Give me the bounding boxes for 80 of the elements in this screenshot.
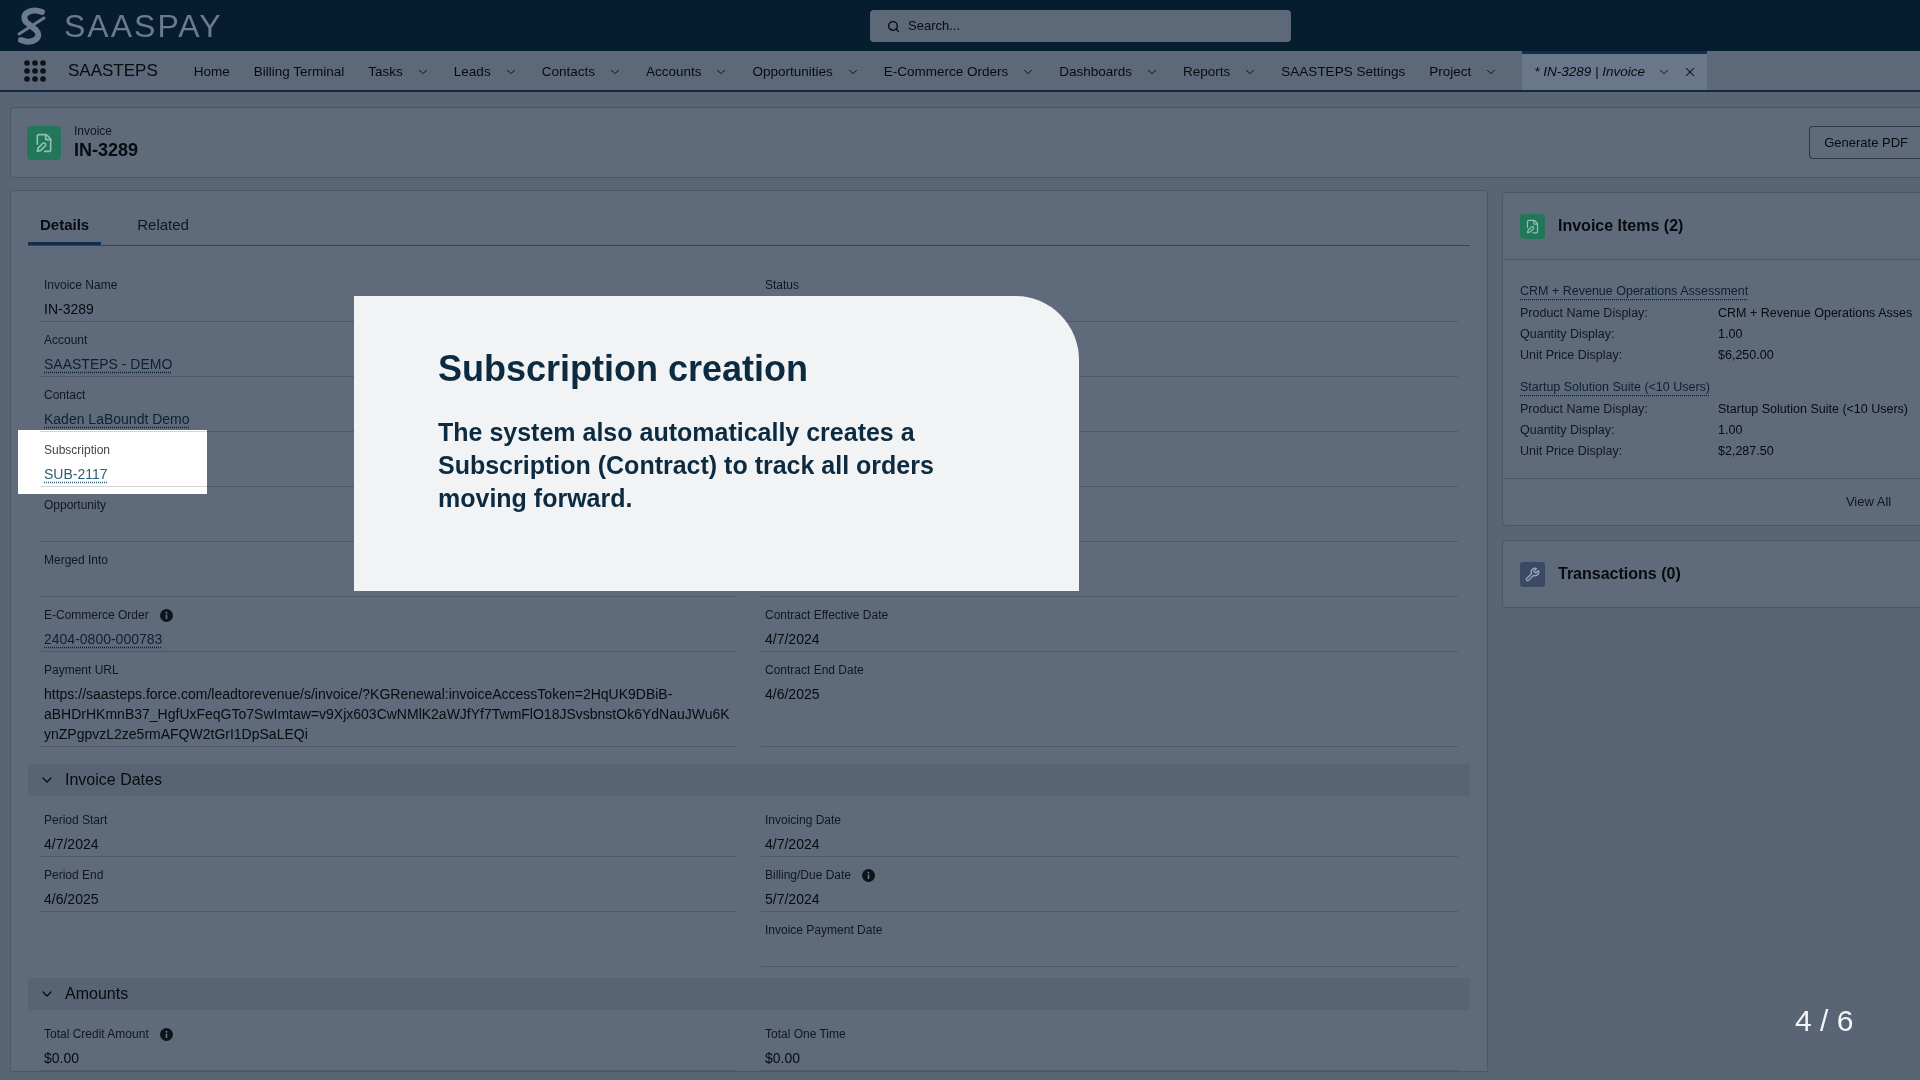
nav-item[interactable]: Reports: [1183, 51, 1258, 90]
field-label: Contract End Date: [765, 662, 864, 678]
field-value: https://saasteps.force.com/leadtorevenue/s/invoice/?KGRenewal:invoiceAccessToken=2HqUK9DBiB-aBHDrHKmnB37_HgfUxFeqGTo7SwImtaw=v9Xjx603CwNMlK2aWJfYf7TwmFlO18JSvsbnstOk6YdNauJWu6KynZPgpvzL2ze5rmAFQW2tGrI1DpSaLEQi: [44, 686, 730, 742]
item-field-label: Quantity Display:: [1520, 326, 1616, 343]
document-icon: [1520, 213, 1545, 239]
field-label: Subscription: [44, 442, 111, 458]
item-link[interactable]: CRM + Revenue Operations Assessment: [1520, 284, 1749, 298]
nav-item[interactable]: SAASTEPS Settings: [1281, 51, 1406, 90]
item-field-value: 1.00: [1718, 422, 1743, 439]
item-field-value: $6,250.00: [1718, 347, 1774, 364]
item-field-value: CRM + Revenue Operations Asses: [1718, 305, 1913, 322]
nav-item[interactable]: E-Commerce Orders: [883, 51, 1036, 90]
tour-title: Subscription creation: [438, 348, 810, 390]
search-field[interactable]: Search...: [870, 9, 1291, 42]
field-label: Billing/Due Date: [765, 867, 852, 883]
item-field-value: $2,287.50: [1718, 443, 1774, 460]
search-icon: [887, 19, 900, 33]
field-label: Period End: [44, 867, 104, 883]
app-launcher-icon[interactable]: [24, 59, 46, 82]
field-value: 4/7/2024: [44, 836, 99, 852]
field-label: Total One Time: [765, 1026, 846, 1042]
nav-item[interactable]: Home: [193, 51, 230, 90]
nav-item[interactable]: Billing Terminal: [253, 51, 345, 90]
field-label: Contact: [44, 387, 86, 403]
wrench-icon: [1520, 561, 1545, 587]
field-label: Invoice Payment Date: [765, 922, 883, 938]
field-label: Opportunity: [44, 497, 107, 513]
field-value: 4/6/2025: [44, 891, 99, 907]
related-list-title[interactable]: Invoice Items (2): [1558, 214, 1684, 238]
step-counter: 4 / 6: [1795, 1003, 1854, 1039]
app-name: SAASTEPS: [68, 59, 158, 82]
item-field-label: Product Name Display:: [1520, 401, 1649, 418]
tab[interactable]: Details: [28, 208, 102, 245]
field-label: Period Start: [44, 812, 108, 828]
field-link[interactable]: SAASTEPS - DEMO: [44, 356, 173, 372]
item-field-label: Quantity Display:: [1520, 422, 1616, 439]
field-label: Contract Effective Date: [765, 607, 889, 623]
field-value: $0.00: [765, 1050, 801, 1066]
field-label: Payment URL: [44, 662, 119, 678]
field-link[interactable]: SUB-2117: [44, 466, 108, 482]
section-header[interactable]: Invoice Dates: [28, 764, 1470, 796]
field-value: 4/7/2024: [765, 836, 820, 852]
nav-item[interactable]: Tasks: [368, 51, 430, 90]
field-value: $0.00: [44, 1050, 80, 1066]
item-link[interactable]: Startup Solution Suite (<10 Users): [1520, 380, 1711, 394]
field-link[interactable]: 2404-0800-000783: [44, 631, 163, 647]
field-label: E-Commerce Order: [44, 607, 149, 623]
tour-body: The system also automatically creates a Subscription (Contract) to track all orders moving forward.: [438, 417, 935, 514]
field-label: Account: [44, 332, 88, 348]
field-label: Status: [765, 277, 800, 293]
brand-name: SAASPAY: [64, 6, 223, 45]
field-value: IN-3289: [44, 301, 94, 317]
field-label: Merged Into: [44, 552, 109, 568]
nav-item[interactable]: Project: [1429, 51, 1499, 90]
item-field-label: Unit Price Display:: [1520, 347, 1624, 364]
field-label: Total Credit Amount: [44, 1026, 149, 1042]
nav-item[interactable]: Leads: [453, 51, 518, 90]
header-action-button[interactable]: Generate PDF: [1809, 126, 1920, 159]
item-field-label: Product Name Display:: [1520, 305, 1649, 322]
record-tab[interactable]: * IN-3289 | Invoice: [1522, 51, 1708, 90]
field-value: 4/6/2025: [765, 686, 820, 702]
field-label: Invoice Name: [44, 277, 118, 293]
item-field-value: 1.00: [1718, 326, 1743, 343]
field-link[interactable]: Kaden LaBoundt Demo: [44, 411, 190, 427]
field-value: 4/7/2024: [765, 631, 820, 647]
nav-item[interactable]: Opportunities: [752, 51, 860, 90]
nav-item[interactable]: Dashboards: [1059, 51, 1160, 90]
view-all-link[interactable]: View All: [1845, 492, 1892, 512]
section-header[interactable]: Amounts: [28, 978, 1470, 1010]
nav-item[interactable]: Accounts: [645, 51, 729, 90]
field-value: 5/7/2024: [765, 891, 820, 907]
nav-item[interactable]: Contacts: [541, 51, 622, 90]
item-field-label: Unit Price Display:: [1520, 443, 1624, 460]
field-label: Invoicing Date: [765, 812, 842, 828]
record-type-label: Invoice: [74, 124, 114, 139]
tab[interactable]: Related: [125, 208, 201, 245]
related-list-title[interactable]: Transactions (0): [1558, 562, 1681, 586]
document-icon: [27, 125, 61, 160]
item-field-value: Startup Solution Suite (<10 Users): [1718, 401, 1909, 418]
record-title: IN-3289: [74, 139, 139, 161]
